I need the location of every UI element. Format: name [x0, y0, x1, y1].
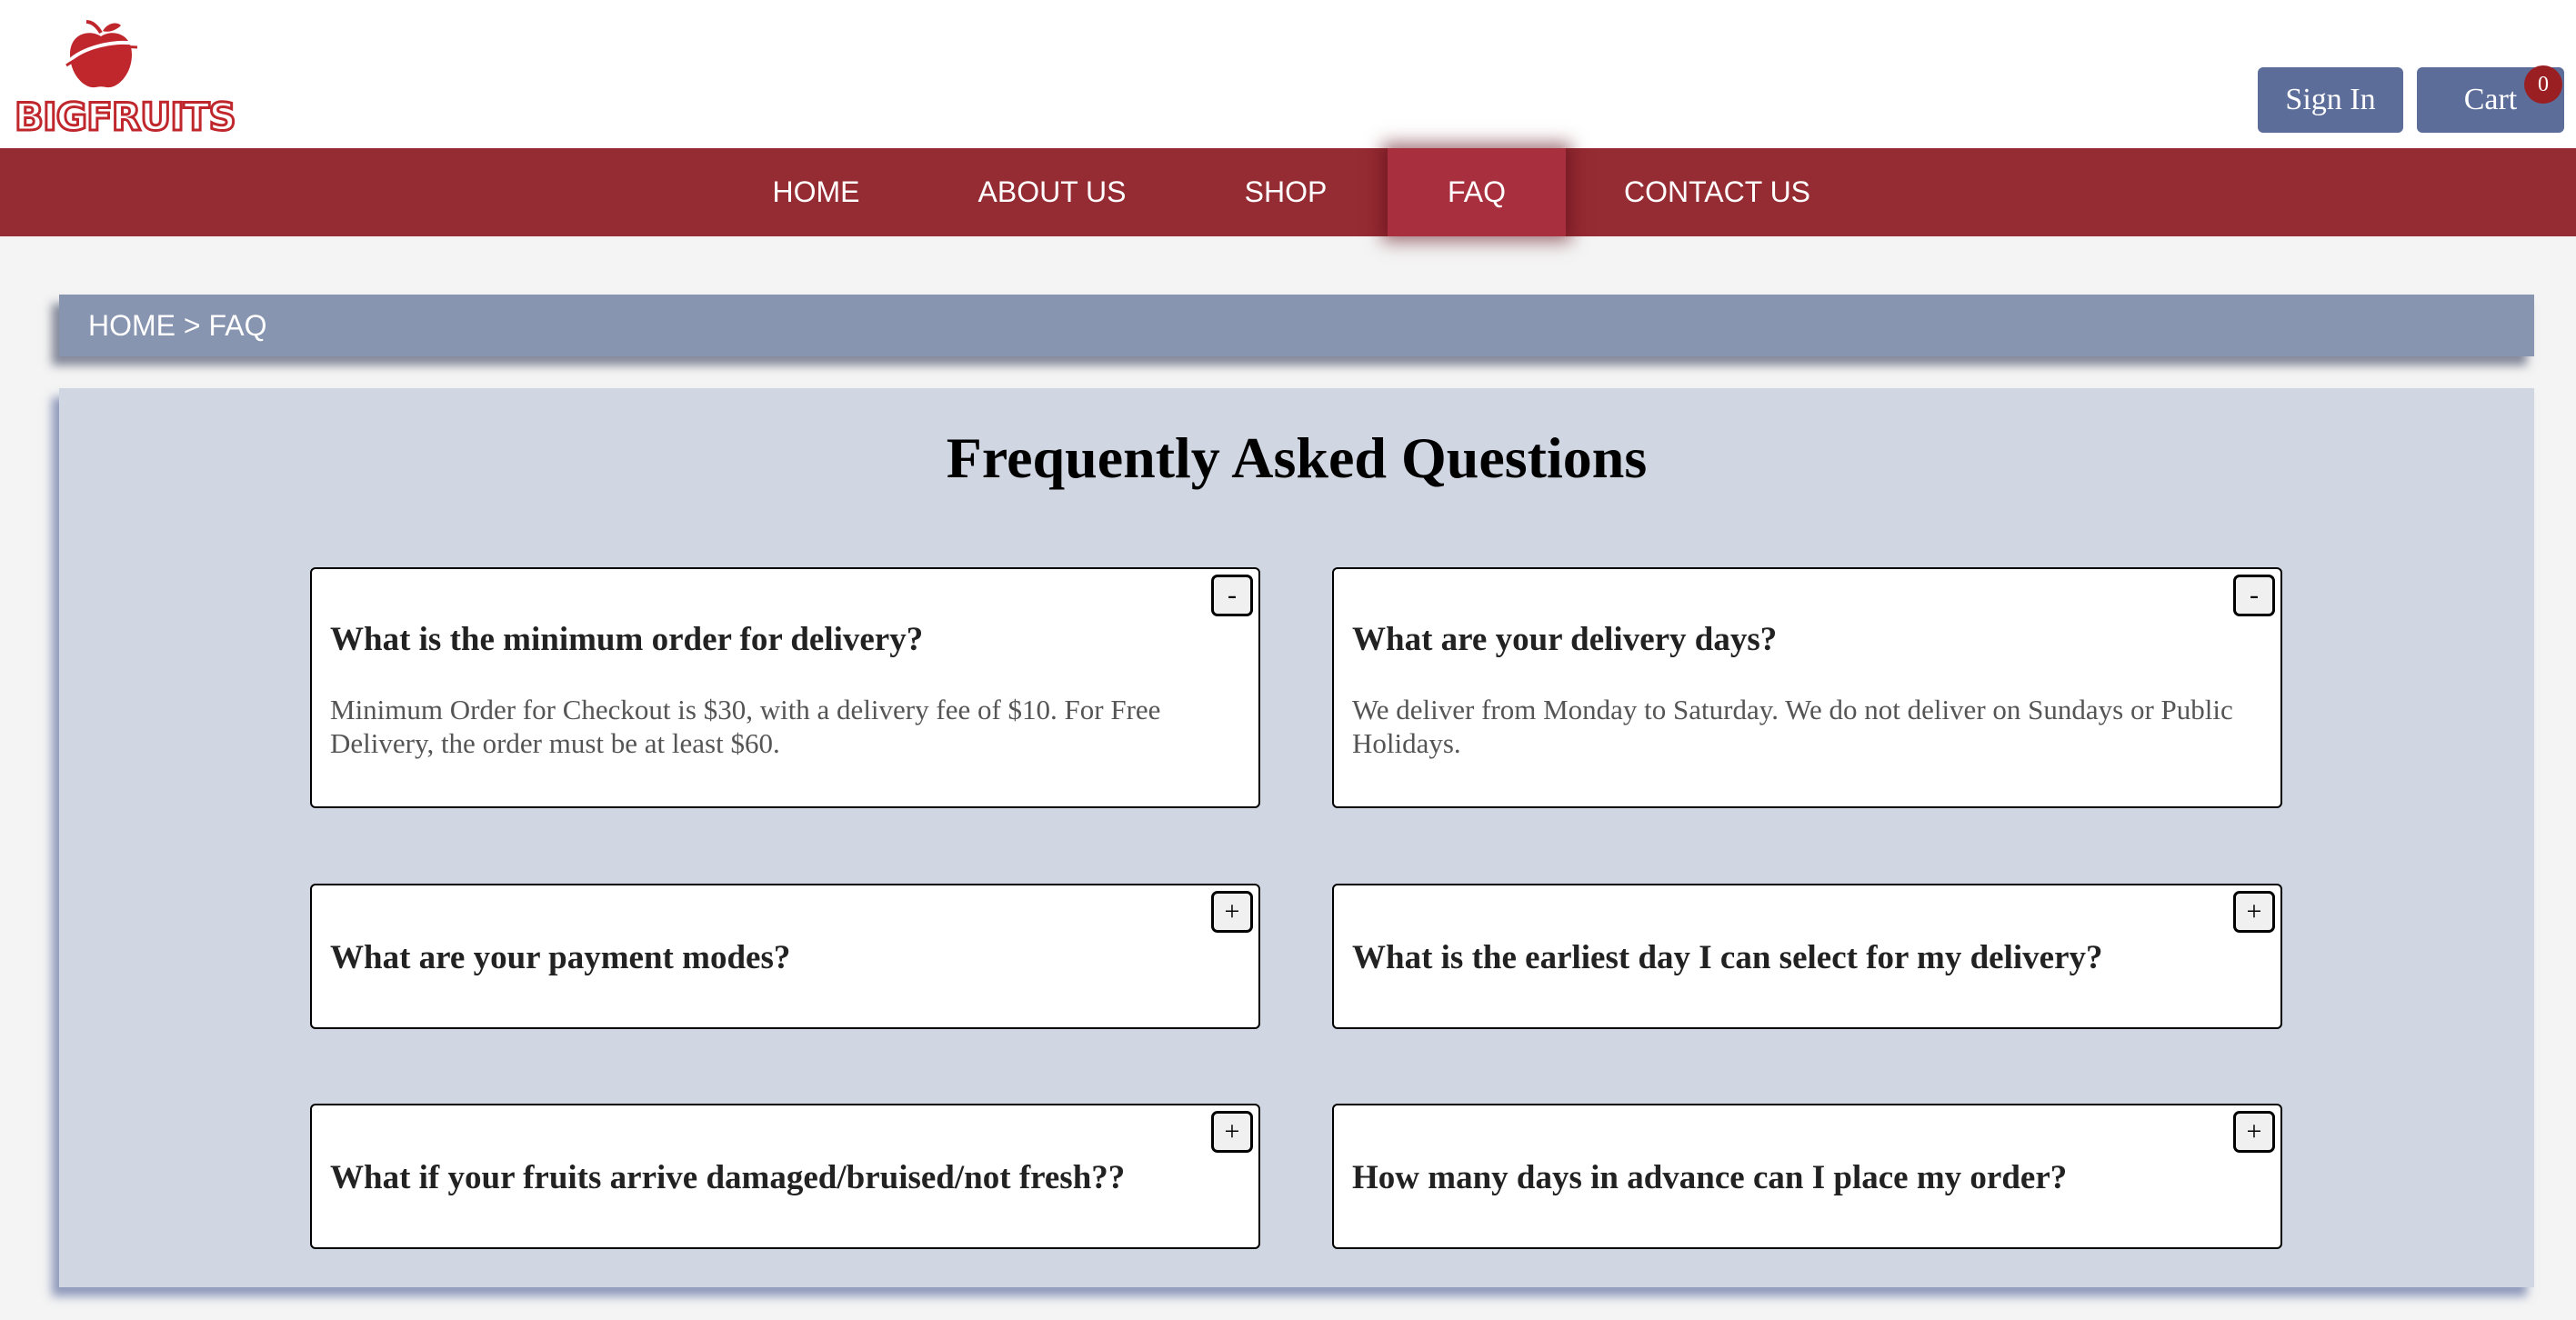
breadcrumb: HOME > FAQ	[59, 295, 2534, 356]
nav-shop[interactable]: SHOP	[1209, 148, 1362, 236]
faq-card: + What if your fruits arrive damaged/bru…	[310, 1104, 1260, 1249]
nav-faq[interactable]: FAQ	[1388, 148, 1566, 236]
faq-card: + What is the earliest day I can select …	[1332, 884, 2282, 1029]
faq-answer: We deliver from Monday to Saturday. We d…	[1352, 694, 2233, 759]
nav-contact-us[interactable]: CONTACT US	[1606, 148, 1829, 236]
faq-question[interactable]: What is the minimum order for delivery?	[330, 620, 923, 659]
expand-button[interactable]: +	[2233, 1111, 2275, 1153]
brand-name: BIGFRUITS	[14, 94, 238, 141]
sign-in-button[interactable]: Sign In	[2258, 67, 2403, 133]
cart-count-badge: 0	[2524, 65, 2562, 104]
expand-button[interactable]: +	[1211, 1111, 1253, 1153]
collapse-button[interactable]: -	[2233, 575, 2275, 616]
faq-question[interactable]: What are your payment modes?	[330, 938, 790, 977]
top-header: BIGFRUITS Sign In Cart 0	[0, 0, 2576, 148]
bigfruits-logo[interactable]: BIGFRUITS	[14, 18, 237, 145]
faq-section: Frequently Asked Questions - What is the…	[59, 388, 2534, 1287]
expand-button[interactable]: +	[2233, 891, 2275, 933]
main-nav: HOME ABOUT US SHOP FAQ CONTACT US	[0, 148, 2576, 236]
faq-question[interactable]: What if your fruits arrive damaged/bruis…	[330, 1158, 1125, 1197]
nav-home[interactable]: HOME	[737, 148, 896, 236]
faq-answer: Minimum Order for Checkout is $30, with …	[330, 694, 1161, 759]
nav-about-us[interactable]: ABOUT US	[966, 148, 1138, 236]
faq-question[interactable]: What is the earliest day I can select fo…	[1352, 938, 2103, 977]
expand-button[interactable]: +	[1211, 891, 1253, 933]
faq-question[interactable]: What are your delivery days?	[1352, 620, 1777, 659]
faq-card: + What are your payment modes?	[310, 884, 1260, 1029]
faq-question[interactable]: How many days in advance can I place my …	[1352, 1158, 2067, 1197]
apple-icon	[65, 20, 137, 88]
faq-card: + How many days in advance can I place m…	[1332, 1104, 2282, 1249]
breadcrumb-text[interactable]: HOME > FAQ	[88, 309, 266, 343]
page-title: Frequently Asked Questions	[946, 425, 1648, 490]
faq-card: - What is the minimum order for delivery…	[310, 567, 1260, 808]
collapse-button[interactable]: -	[1211, 575, 1253, 616]
faq-card: - What are your delivery days? We delive…	[1332, 567, 2282, 808]
